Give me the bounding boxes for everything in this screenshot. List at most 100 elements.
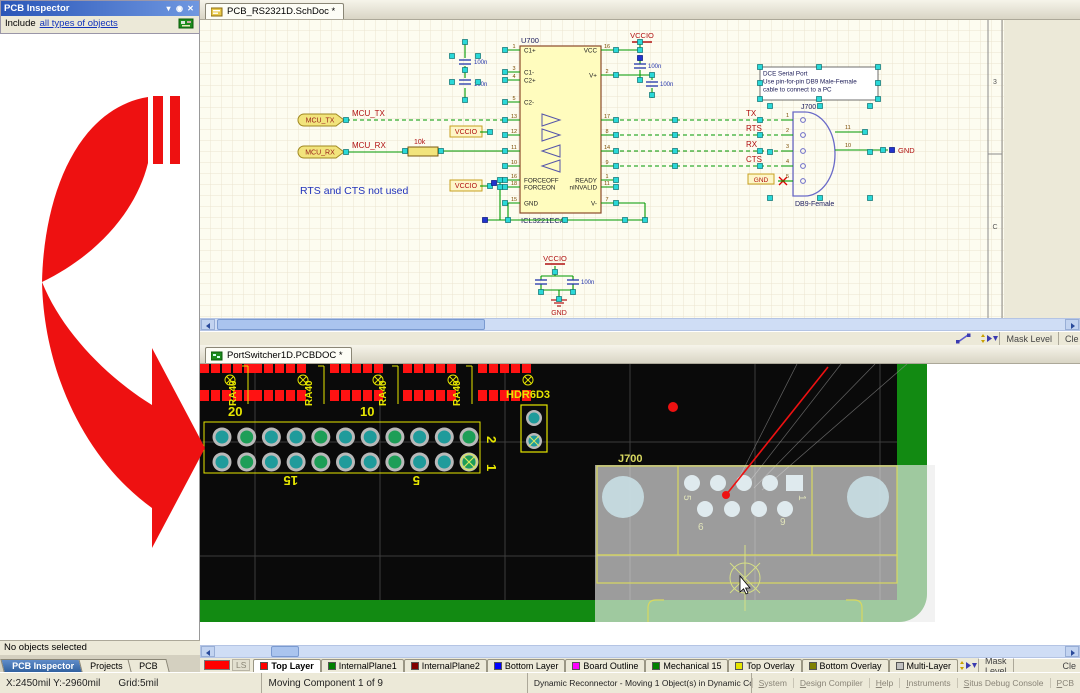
svg-text:1: 1	[484, 464, 499, 471]
svg-text:100n: 100n	[474, 60, 487, 66]
altium-window: PCB Inspector ▾ ◉ ✕ Include all types of…	[0, 0, 1080, 693]
svg-text:15: 15	[284, 473, 298, 488]
resistor-array-silkscreen-label: RA40	[228, 380, 239, 406]
panel-button-help[interactable]: Help	[869, 678, 899, 688]
j700-silkscreen-label: J700	[618, 453, 642, 465]
net-label[interactable]: TX	[746, 109, 757, 118]
panel-button-pcb[interactable]: PCB	[1050, 678, 1080, 688]
layer-set-button[interactable]: LS	[232, 659, 250, 671]
svg-text:3: 3	[786, 144, 789, 150]
filter-arrows-icon[interactable]	[958, 660, 978, 671]
clear-button[interactable]: Cle	[1058, 332, 1080, 345]
layer-tab-bottom-layer[interactable]: Bottom Layer	[487, 659, 566, 672]
pcb-hscrollbar[interactable]	[200, 645, 1080, 658]
mask-level-button[interactable]: Mask Level	[999, 332, 1058, 345]
panel-close-icon[interactable]: ✕	[185, 4, 196, 13]
power-port-vccio[interactable]: VCCIO	[450, 180, 482, 191]
layer-tab-bottom-overlay[interactable]: Bottom Overlay	[802, 659, 889, 672]
svg-text:14: 14	[604, 145, 610, 151]
svg-text:9: 9	[605, 160, 608, 166]
db9-designator: J700	[801, 104, 816, 111]
schematic-tabbar: PCB_RS2321D.SchDoc *	[200, 0, 1080, 20]
layer-tab-top-layer[interactable]: Top Layer	[253, 659, 320, 672]
svg-text:C1-: C1-	[524, 69, 534, 76]
resistor-value: 10k	[414, 139, 426, 146]
svg-text:11: 11	[511, 145, 517, 151]
svg-text:16: 16	[511, 174, 517, 180]
scroll-left-icon[interactable]	[201, 319, 215, 330]
panel-button-situs-debug-console[interactable]: Situs Debug Console	[957, 678, 1050, 688]
pcb-doc-tab[interactable]: PortSwitcher1D.PCBDOC *	[205, 347, 352, 363]
net-label[interactable]: CTS	[746, 155, 762, 164]
moving-status: Moving Component 1 of 9	[262, 673, 527, 693]
note-line: cable to connect to a PC	[763, 87, 832, 94]
mask-level-button[interactable]: Mask Level	[978, 658, 1013, 672]
layer-color-icon	[652, 662, 660, 670]
panel-tab-pcb-inspector[interactable]: PCB Inspector	[0, 659, 85, 672]
svg-text:7: 7	[605, 197, 608, 203]
layer-tab-top-overlay[interactable]: Top Overlay	[728, 659, 801, 672]
layer-tab-multi-layer[interactable]: Multi-Layer	[889, 659, 959, 672]
panel-tab-pcb[interactable]: PCB	[127, 659, 169, 672]
sheet-port[interactable]: MCU_RX	[298, 146, 344, 158]
layer-tab-internalplane2[interactable]: InternalPlane2	[404, 659, 487, 672]
pcbdoc-icon	[211, 351, 223, 361]
schematic-hscrollbar[interactable]	[200, 318, 1080, 331]
svg-text:GND: GND	[754, 177, 769, 184]
schematic-scroll-thumb[interactable]	[217, 319, 485, 330]
sheet-port[interactable]: MCU_TX	[298, 114, 344, 126]
pcb-scroll-thumb[interactable]	[271, 646, 299, 657]
net-label[interactable]: MCU_TX	[352, 109, 386, 118]
svg-text:18: 18	[511, 181, 517, 187]
panel-button-instruments[interactable]: Instruments	[899, 678, 956, 688]
power-port-vccio[interactable]: VCCIO	[543, 254, 567, 264]
svg-text:16: 16	[604, 44, 610, 50]
schematic-canvas[interactable]: 3 C U700 ICL3221ECA RTS and CTS not used…	[200, 20, 1080, 318]
panel-button-system[interactable]: System	[752, 678, 793, 688]
svg-text:C2+: C2+	[524, 77, 536, 84]
svg-text:11: 11	[845, 125, 851, 131]
layer-color-icon	[735, 662, 743, 670]
net-label[interactable]: RX	[746, 140, 758, 149]
db9-pad	[684, 475, 700, 491]
clear-button[interactable]: Cle	[1013, 658, 1080, 672]
svg-text:5: 5	[786, 174, 789, 180]
layer-color-icon	[260, 662, 268, 670]
layer-tab-board-outline[interactable]: Board Outline	[565, 659, 645, 672]
svg-text:C1+: C1+	[524, 47, 536, 54]
db9-pad	[736, 475, 752, 491]
layer-tab-internalplane1[interactable]: InternalPlane1	[321, 659, 404, 672]
filter-arrows-icon[interactable]	[979, 333, 999, 344]
svg-text:8: 8	[605, 129, 608, 135]
svg-text:100n: 100n	[660, 82, 673, 88]
svg-text:2: 2	[786, 128, 789, 134]
panel-pin-icon[interactable]: ◉	[174, 4, 185, 13]
svg-text:1: 1	[605, 174, 608, 180]
schematic-doc-tab[interactable]: PCB_RS2321D.SchDoc *	[205, 3, 344, 19]
include-objects-link[interactable]: all types of objects	[40, 18, 118, 29]
resistor-array-silkscreen-label: RA40	[452, 380, 463, 406]
layer-tab-mechanical-15[interactable]: Mechanical 15	[645, 659, 728, 672]
panel-button-design-compiler[interactable]: Design Compiler	[793, 678, 869, 688]
db9-pad	[777, 501, 793, 517]
scroll-left-icon[interactable]	[201, 646, 215, 657]
scroll-right-icon[interactable]	[1065, 646, 1079, 657]
svg-text:MCU_RX: MCU_RX	[305, 150, 335, 157]
svg-text:2: 2	[605, 69, 608, 75]
svg-text:5: 5	[512, 96, 515, 102]
cursor-coordinates: X:2450mil Y:-2960mil	[6, 678, 100, 689]
ic-rs232-transceiver[interactable]: U700 ICL3221ECA	[520, 36, 601, 225]
pcb-inspector-titlebar[interactable]: PCB Inspector ▾ ◉ ✕	[1, 1, 199, 16]
panel-dropdown-icon[interactable]: ▾	[163, 4, 174, 13]
svg-text:VCCIO: VCCIO	[455, 183, 478, 190]
db9-pad	[751, 501, 767, 517]
panel-tab-projects[interactable]: Projects	[78, 659, 134, 672]
layer-color-icon	[494, 662, 502, 670]
net-label[interactable]: RTS	[746, 124, 762, 133]
net-label[interactable]: MCU_RX	[352, 141, 386, 150]
power-port-vccio[interactable]: VCCIO	[450, 126, 482, 137]
scroll-right-icon[interactable]	[1065, 319, 1079, 330]
pcb-canvas[interactable]: RA40RA40RA40RA40 HDR6D3 J700 20 10 15 5 …	[200, 364, 1080, 645]
j700-footprint-dragged[interactable]	[595, 465, 935, 622]
mode-status: Dynamic Reconnector - Moving 1 Object(s)…	[528, 673, 752, 693]
